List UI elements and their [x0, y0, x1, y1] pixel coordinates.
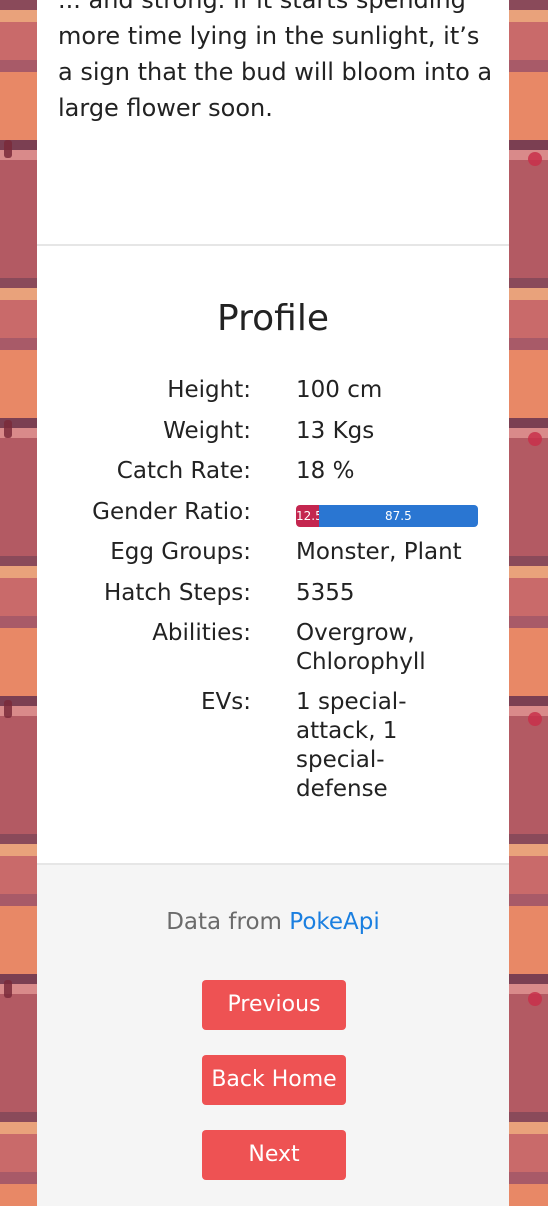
- back-home-button[interactable]: Back Home: [202, 1055, 346, 1105]
- profile-heading: Profile: [217, 298, 329, 339]
- gender-male-segment: 87.5: [318, 505, 478, 527]
- background-pattern-dash: [4, 140, 12, 158]
- section-divider: [37, 244, 509, 246]
- background-pattern-dot: [528, 152, 542, 166]
- background-pattern-dot: [528, 992, 542, 1006]
- gender-female-segment: 12.5: [296, 505, 319, 527]
- catch-rate-label: Catch Rate:: [116, 458, 251, 484]
- evs-label: EVs:: [201, 689, 251, 715]
- background-pattern-dash: [4, 980, 12, 998]
- previous-button[interactable]: Previous: [202, 980, 346, 1030]
- hatch-steps-label: Hatch Steps:: [103, 580, 251, 606]
- pokeapi-link[interactable]: PokeApi: [289, 909, 380, 935]
- gender-ratio-label: Gender Ratio:: [92, 499, 251, 525]
- height-value: 100 cm: [296, 377, 383, 403]
- next-button[interactable]: Next: [202, 1130, 346, 1180]
- data-source-text: Data from PokeApi: [37, 909, 509, 935]
- egg-groups-value: Monster, Plant: [296, 539, 462, 565]
- card-footer: Data from PokeApi Previous Back Home Nex…: [37, 865, 509, 1206]
- weight-value: 13 Kgs: [296, 418, 375, 444]
- pokemon-description: ... and strong. If it starts spending mo…: [58, 0, 493, 122]
- background-pattern-dash: [4, 420, 12, 438]
- data-from-label: Data from: [166, 909, 282, 935]
- egg-groups-label: Egg Groups:: [110, 539, 251, 565]
- gender-ratio-bar: 12.5 87.5: [296, 505, 478, 527]
- abilities-value: Overgrow, Chlorophyll: [296, 620, 426, 675]
- background-pattern-dot: [528, 432, 542, 446]
- height-label: Height:: [167, 377, 251, 403]
- background-pattern-dot: [528, 712, 542, 726]
- background-pattern-dash: [4, 700, 12, 718]
- pokemon-detail-card: ... and strong. If it starts spending mo…: [37, 0, 509, 1206]
- weight-label: Weight:: [163, 418, 251, 444]
- abilities-label: Abilities:: [152, 620, 251, 646]
- evs-value: 1 special-attack, 1 special-defense: [296, 689, 407, 802]
- catch-rate-value: 18 %: [296, 458, 355, 484]
- hatch-steps-value: 5355: [296, 580, 355, 606]
